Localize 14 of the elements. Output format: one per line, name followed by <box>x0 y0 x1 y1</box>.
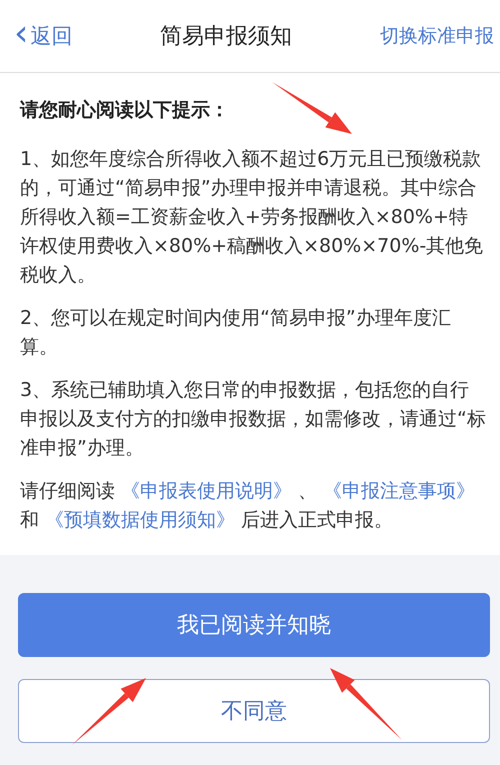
document-link[interactable]: 《申报表使用说明》 <box>121 480 292 502</box>
notice-paragraph: 1、如您年度综合所得收入额不超过6万元且已预缴税款的，可通过“简易申报”办理申报并申请退税。其中综合所得收入额=工资薪金收入+劳务报酬收入×80%+特许权使用费收入×80%+稿酬收入×80%×70%-其他免税收入。 <box>20 147 484 288</box>
disagree-button[interactable]: 不同意 <box>18 679 490 743</box>
acknowledge-button[interactable]: 我已阅读并知晓 <box>18 593 490 657</box>
annotation-arrow <box>330 668 402 740</box>
page-title: 简易申报须知 <box>160 23 292 51</box>
switch-standard-link[interactable]: 切换标准申报 <box>380 23 494 49</box>
notice-paragraph: 3、系统已辅助填入您日常的申报数据，包括您的自行申报以及支付方的扣缴申报数据，如需修改，请通过“标准申报”办理。 <box>20 378 486 461</box>
back-button[interactable]: ‹返回 <box>14 20 72 52</box>
notice-heading: 请您耐心阅读以下提示： <box>20 98 230 123</box>
document-link[interactable]: 《申报注意事项》 <box>323 480 476 502</box>
document-link[interactable]: 《预填数据使用须知》 <box>45 509 236 531</box>
reading-note: 请仔细阅读 《申报表使用说明》 、 《申报注意事项》 和 《预填数据使用须知》 后进入正式申报。 <box>20 479 476 533</box>
notice-paragraph: 2、您可以在规定时间内使用“简易申报”办理年度汇算。 <box>20 306 452 360</box>
